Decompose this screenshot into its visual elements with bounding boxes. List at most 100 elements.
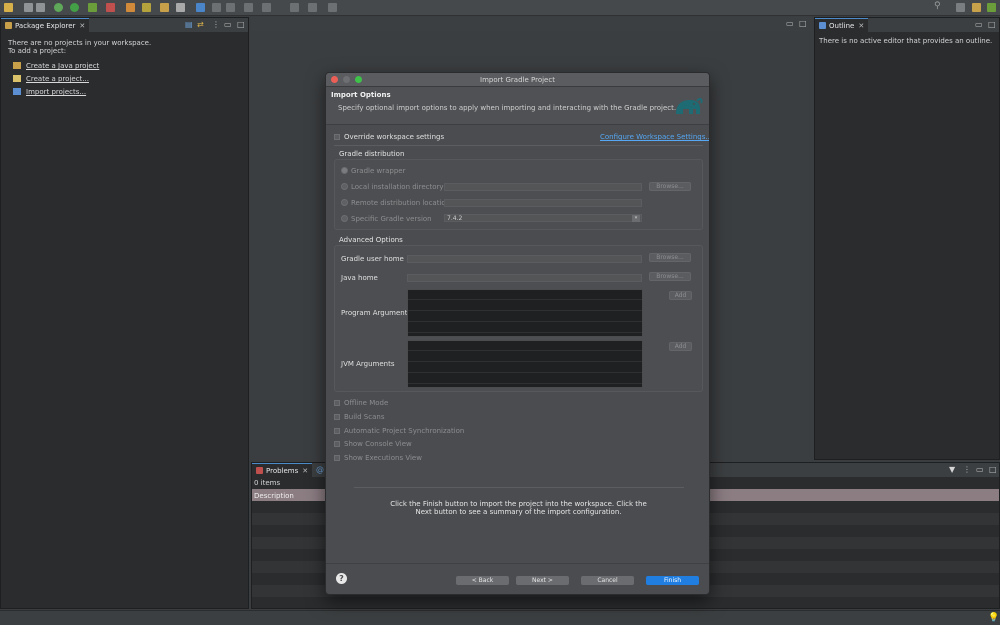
gradle-user-home-field[interactable] (407, 255, 642, 263)
javadoc-icon[interactable]: @ (316, 465, 324, 474)
new-class-icon[interactable] (160, 3, 169, 12)
zoom-window-icon[interactable] (355, 76, 362, 83)
advanced-group: Gradle user home Browse... Java home Bro… (334, 245, 703, 392)
close-window-icon[interactable] (331, 76, 338, 83)
filter-icon[interactable]: ▼ (949, 465, 955, 474)
search-icon[interactable]: ⚲ (934, 1, 943, 11)
collapse-all-icon[interactable]: ▤ (185, 20, 193, 29)
create-java-project-link[interactable]: Create a Java project (26, 62, 99, 70)
back-icon[interactable] (262, 3, 271, 12)
minimize-icon[interactable]: ▭ (224, 20, 232, 29)
add-program-argument-button[interactable]: Add (669, 291, 692, 300)
import-projects-link[interactable]: Import projects... (26, 88, 86, 96)
auto-sync-checkbox[interactable] (334, 428, 340, 434)
browse-java-home-button[interactable]: Browse... (649, 272, 691, 281)
minimize-icon[interactable]: ▭ (975, 20, 983, 29)
tab-label: Outline (829, 22, 855, 30)
show-console-checkbox[interactable] (334, 441, 340, 447)
search-icon[interactable] (212, 3, 221, 12)
distribution-group: Gradle wrapper Local installation direct… (334, 159, 703, 230)
close-icon[interactable]: ✕ (858, 22, 864, 30)
cancel-button[interactable]: Cancel (581, 576, 634, 585)
problems-count: 0 items (254, 479, 281, 487)
new-icon[interactable] (4, 3, 13, 12)
next-button[interactable]: Next > (516, 576, 569, 585)
open-perspective-icon[interactable] (956, 3, 965, 12)
close-icon[interactable]: ✕ (79, 22, 85, 30)
gradle-wrapper-label: Gradle wrapper (351, 167, 406, 175)
new-project-icon (13, 75, 21, 82)
minimize-window-icon[interactable] (343, 76, 350, 83)
debug-perspective-icon[interactable] (987, 3, 996, 12)
java-home-field[interactable] (407, 274, 642, 282)
message-line: There are no projects in your workspace. (8, 39, 152, 47)
maximize-icon[interactable]: □ (988, 20, 996, 29)
close-icon[interactable]: ✕ (302, 467, 308, 475)
tip-bulb-icon[interactable]: 💡 (988, 613, 999, 623)
open-task-icon[interactable] (196, 3, 205, 12)
program-arguments-list[interactable] (407, 289, 643, 337)
maximize-icon[interactable]: □ (799, 19, 807, 28)
add-jvm-argument-button[interactable]: Add (669, 342, 692, 351)
annotation-prev-icon[interactable] (244, 3, 253, 12)
finish-button[interactable]: Finish (646, 576, 699, 585)
view-menu-icon[interactable]: ⋮ (963, 465, 971, 474)
new-java-project-icon[interactable] (126, 3, 135, 12)
browse-local-button[interactable]: Browse... (649, 182, 691, 191)
outline-empty-message: There is no active editor that provides … (819, 37, 993, 45)
annotation-next-icon[interactable] (226, 3, 235, 12)
remote-distribution-field[interactable] (444, 199, 642, 207)
gradle-wrapper-radio[interactable] (341, 167, 348, 174)
jvm-arguments-list[interactable] (407, 340, 643, 388)
save-icon[interactable] (24, 3, 33, 12)
local-installation-radio[interactable] (341, 183, 348, 190)
open-type-icon[interactable] (176, 3, 185, 12)
show-executions-label: Show Executions View (344, 454, 422, 462)
configure-workspace-link[interactable]: Configure Workspace Settings... (600, 133, 709, 141)
maximize-icon[interactable]: □ (237, 20, 245, 29)
page-title: Import Options (331, 91, 391, 99)
remote-distribution-label: Remote distribution location (351, 199, 451, 207)
build-scans-label: Build Scans (344, 413, 385, 421)
local-installation-label: Local installation directory (351, 183, 444, 191)
info-line: Click the Finish button to import the pr… (390, 500, 647, 508)
minimize-icon[interactable]: ▭ (976, 465, 984, 474)
chevron-down-icon[interactable]: ▾ (632, 215, 640, 222)
java-perspective-icon[interactable] (972, 3, 981, 12)
back-button[interactable]: < Back (456, 576, 509, 585)
help-icon[interactable]: ? (336, 573, 347, 584)
link-editor-icon[interactable]: ⇄ (197, 20, 204, 29)
forward-icon[interactable] (308, 3, 317, 12)
view-menu-icon[interactable]: ⋮ (212, 20, 220, 29)
import-gradle-dialog: Import Gradle Project Import Options Spe… (325, 72, 710, 595)
override-workspace-checkbox[interactable] (334, 134, 340, 140)
run-external-icon[interactable] (88, 3, 97, 12)
tab-outline[interactable]: Outline ✕ (815, 18, 869, 32)
new-package-icon[interactable] (142, 3, 151, 12)
browse-user-home-button[interactable]: Browse... (649, 253, 691, 262)
save-all-icon[interactable] (36, 3, 45, 12)
maximize-icon[interactable]: □ (989, 465, 997, 474)
build-scans-checkbox[interactable] (334, 414, 340, 420)
dialog-header: Import Options Specify optional import o… (326, 87, 709, 125)
tab-package-explorer[interactable]: Package Explorer ✕ (1, 18, 90, 32)
pin-editor-icon[interactable] (328, 3, 337, 12)
coverage-icon[interactable] (106, 3, 115, 12)
gradle-user-home-label: Gradle user home (341, 255, 404, 263)
minimize-icon[interactable]: ▭ (786, 19, 794, 28)
local-installation-field[interactable] (444, 183, 642, 191)
separator (354, 487, 684, 488)
tab-problems[interactable]: Problems ✕ (252, 463, 313, 477)
gradle-version-select[interactable]: 7.4.2 (444, 214, 642, 222)
show-executions-checkbox[interactable] (334, 455, 340, 461)
run-icon[interactable] (70, 3, 79, 12)
offline-mode-checkbox[interactable] (334, 400, 340, 406)
back-icon[interactable] (290, 3, 299, 12)
specific-version-radio[interactable] (341, 215, 348, 222)
create-project-link[interactable]: Create a project... (26, 75, 89, 83)
info-line: Next button to see a summary of the impo… (415, 508, 622, 516)
debug-icon[interactable] (54, 3, 63, 12)
package-explorer-tabbar: Package Explorer ✕ ▤ ⇄ ⋮ ▭ □ (1, 18, 248, 32)
remote-distribution-radio[interactable] (341, 199, 348, 206)
import-icon (13, 88, 21, 95)
